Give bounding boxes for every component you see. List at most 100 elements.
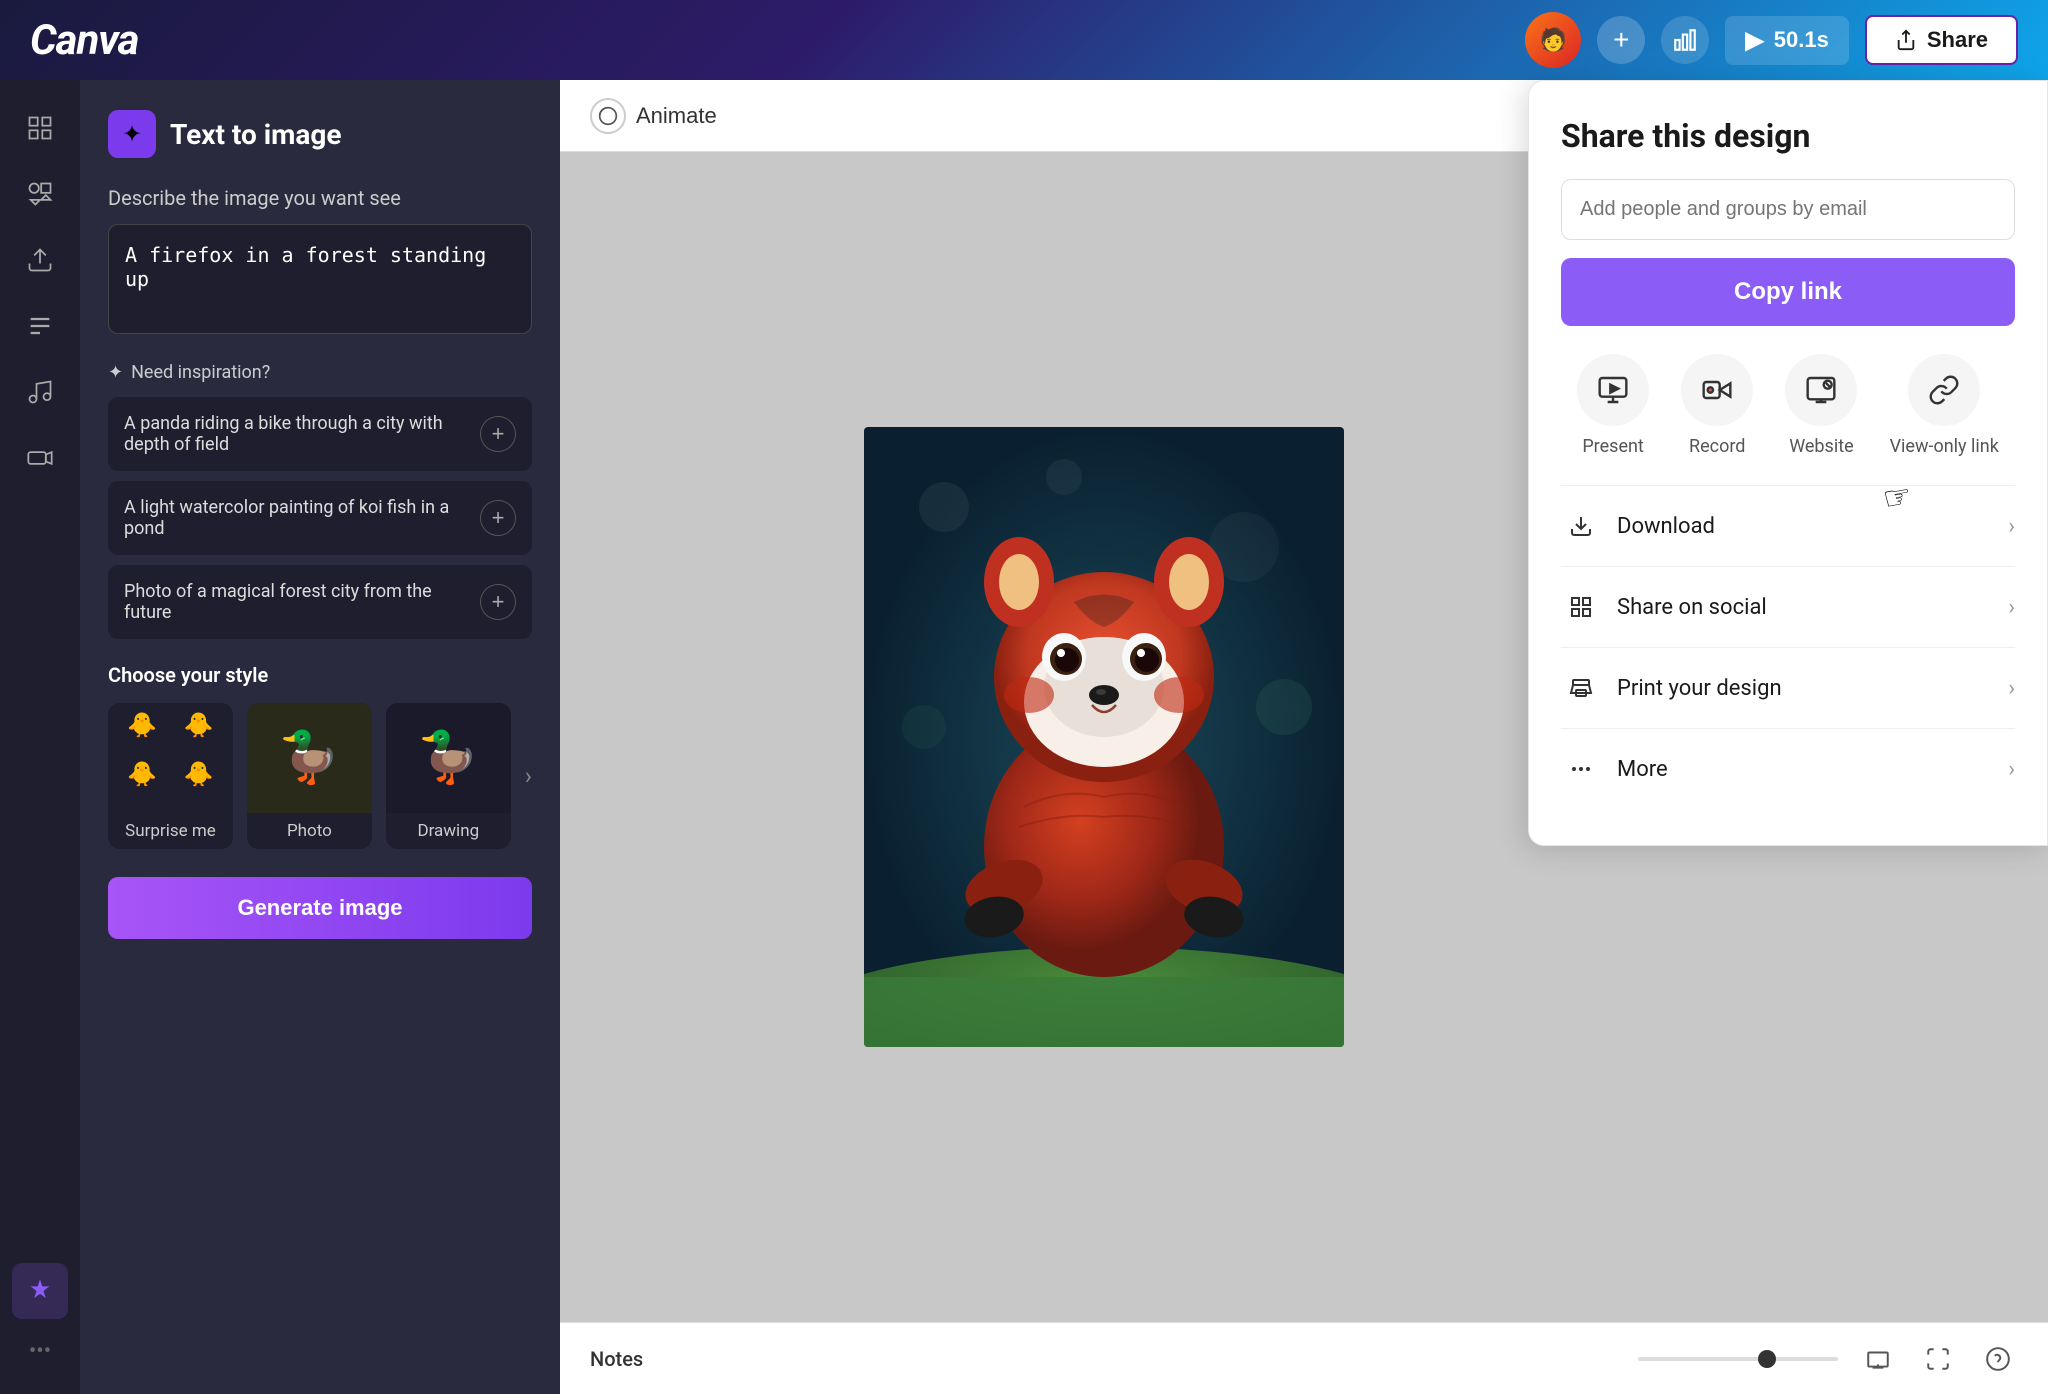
download-item[interactable]: Download › (1561, 485, 2015, 566)
header-actions: 🧑 + ▶ 50.1s Share (1525, 12, 2018, 68)
sidebar-item-upload[interactable] (12, 232, 68, 288)
sidebar-item-audio[interactable] (12, 364, 68, 420)
share-action-website[interactable]: Website (1785, 354, 1857, 457)
more-icon (1561, 749, 1601, 789)
add-inspiration-1-button[interactable]: + (480, 416, 516, 452)
generate-button[interactable]: Generate image (108, 877, 532, 939)
add-inspiration-2-button[interactable]: + (480, 500, 516, 536)
style-card-surprise[interactable]: 🐥 🐥 🐥 🐥 Surprise me (108, 703, 233, 849)
slider-thumb (1758, 1350, 1776, 1368)
share-title: Share this design (1561, 117, 2015, 155)
style-next-arrow[interactable]: › (525, 762, 532, 790)
style-drawing-label: Drawing (386, 813, 511, 849)
left-panel: ✦ Text to image Describe the image you w… (80, 80, 560, 1394)
download-label: Download (1617, 514, 1715, 539)
style-label: Choose your style (108, 663, 532, 687)
bottom-bar: Notes (560, 1322, 2048, 1394)
fox-image (864, 427, 1344, 1047)
duck-3: 🐥 (116, 760, 168, 805)
share-social-left: Share on social (1561, 587, 1767, 627)
inspiration-item-3[interactable]: Photo of a magical forest city from the … (108, 565, 532, 639)
share-action-record[interactable]: Record (1681, 354, 1753, 457)
share-action-viewonly[interactable]: View-only link (1890, 354, 1999, 457)
inspiration-text-3: Photo of a magical forest city from the … (124, 581, 480, 623)
print-chevron: › (2008, 676, 2015, 701)
sidebar-rail: ••• (0, 80, 80, 1394)
present-icon (1577, 354, 1649, 426)
style-photo-label: Photo (247, 813, 372, 849)
add-inspiration-3-button[interactable]: + (480, 584, 516, 620)
more-left: More (1561, 749, 1668, 789)
inspiration-text-1: A panda riding a bike through a city wit… (124, 413, 480, 455)
inspiration-item-1[interactable]: A panda riding a bike through a city wit… (108, 397, 532, 471)
more-chevron: › (2008, 757, 2015, 782)
play-icon: ▶ (1745, 26, 1763, 55)
record-label: Record (1689, 436, 1745, 457)
share-social-chevron: › (2008, 595, 2015, 620)
copy-link-button[interactable]: Copy link (1561, 258, 2015, 326)
download-icon (1561, 506, 1601, 546)
analytics-button[interactable] (1661, 16, 1709, 64)
slider-track (1638, 1357, 1838, 1361)
share-label: Share (1927, 27, 1988, 53)
print-left: Print your design (1561, 668, 1782, 708)
sidebar-item-elements[interactable] (12, 166, 68, 222)
sidebar-item-grid[interactable] (12, 100, 68, 156)
play-time-label: 50.1s (1774, 27, 1829, 53)
website-label: Website (1789, 436, 1853, 457)
email-input[interactable] (1561, 179, 2015, 240)
style-section: Choose your style 🐥 🐥 🐥 🐥 Surprise me 🦆 … (108, 663, 532, 849)
print-icon (1561, 668, 1601, 708)
help-icon[interactable] (1978, 1339, 2018, 1379)
download-chevron: › (2008, 514, 2015, 539)
add-button[interactable]: + (1597, 16, 1645, 64)
style-card-drawing[interactable]: 🦆 Drawing (386, 703, 511, 849)
duck-4: 🐥 (172, 760, 224, 805)
share-action-present[interactable]: Present (1577, 354, 1649, 457)
share-social-label: Share on social (1617, 595, 1767, 620)
print-item[interactable]: Print your design › (1561, 647, 2015, 728)
inspiration-text-2: A light watercolor painting of koi fish … (124, 497, 480, 539)
viewonly-icon (1908, 354, 1980, 426)
fullscreen-icon[interactable] (1918, 1339, 1958, 1379)
panel-icon: ✦ (108, 110, 156, 158)
inspiration-header: ✦ Need inspiration? (108, 362, 532, 383)
inspiration-label: Need inspiration? (131, 362, 270, 383)
sidebar-item-text[interactable] (12, 298, 68, 354)
notes-label: Notes (590, 1347, 643, 1371)
zoom-slider[interactable] (1638, 1357, 1838, 1361)
duck-2: 🐥 (172, 711, 224, 756)
record-icon (1681, 354, 1753, 426)
more-label: More (1617, 757, 1668, 782)
style-grid: 🐥 🐥 🐥 🐥 Surprise me 🦆 Photo 🦆 Drawing › (108, 703, 532, 849)
sidebar-item-apps[interactable] (12, 1263, 68, 1319)
animate-button[interactable]: Animate (590, 98, 717, 134)
share-panel: Share this design Copy link Present (1528, 80, 2048, 846)
duck-1: 🐥 (116, 711, 168, 756)
play-time-button[interactable]: ▶ 50.1s (1725, 16, 1849, 65)
more-item[interactable]: More › (1561, 728, 2015, 809)
sidebar-more[interactable]: ••• (19, 1329, 61, 1374)
inspiration-item-2[interactable]: A light watercolor painting of koi fish … (108, 481, 532, 555)
panel-title: Text to image (170, 118, 342, 151)
panel-header: ✦ Text to image (108, 110, 532, 158)
image-description-input[interactable]: A firefox in a forest standing up (108, 224, 532, 334)
website-icon (1785, 354, 1857, 426)
share-icon (1895, 29, 1917, 51)
fit-screen-icon[interactable] (1858, 1339, 1898, 1379)
avatar[interactable]: 🧑 (1525, 12, 1581, 68)
share-actions: Present Record We (1561, 354, 2015, 457)
describe-label: Describe the image you want see (108, 186, 532, 210)
download-left: Download (1561, 506, 1715, 546)
style-surprise-label: Surprise me (108, 813, 233, 849)
sidebar-item-video[interactable] (12, 430, 68, 486)
share-button[interactable]: Share (1865, 15, 2018, 65)
present-label: Present (1582, 436, 1644, 457)
header: Canva 🧑 + ▶ 50.1s Share (0, 0, 2048, 80)
canva-logo[interactable]: Canva (30, 16, 138, 65)
style-card-photo[interactable]: 🦆 Photo (247, 703, 372, 849)
print-label: Print your design (1617, 676, 1782, 701)
share-social-item[interactable]: Share on social › (1561, 566, 2015, 647)
viewonly-label: View-only link (1890, 436, 1999, 457)
animate-icon (590, 98, 626, 134)
